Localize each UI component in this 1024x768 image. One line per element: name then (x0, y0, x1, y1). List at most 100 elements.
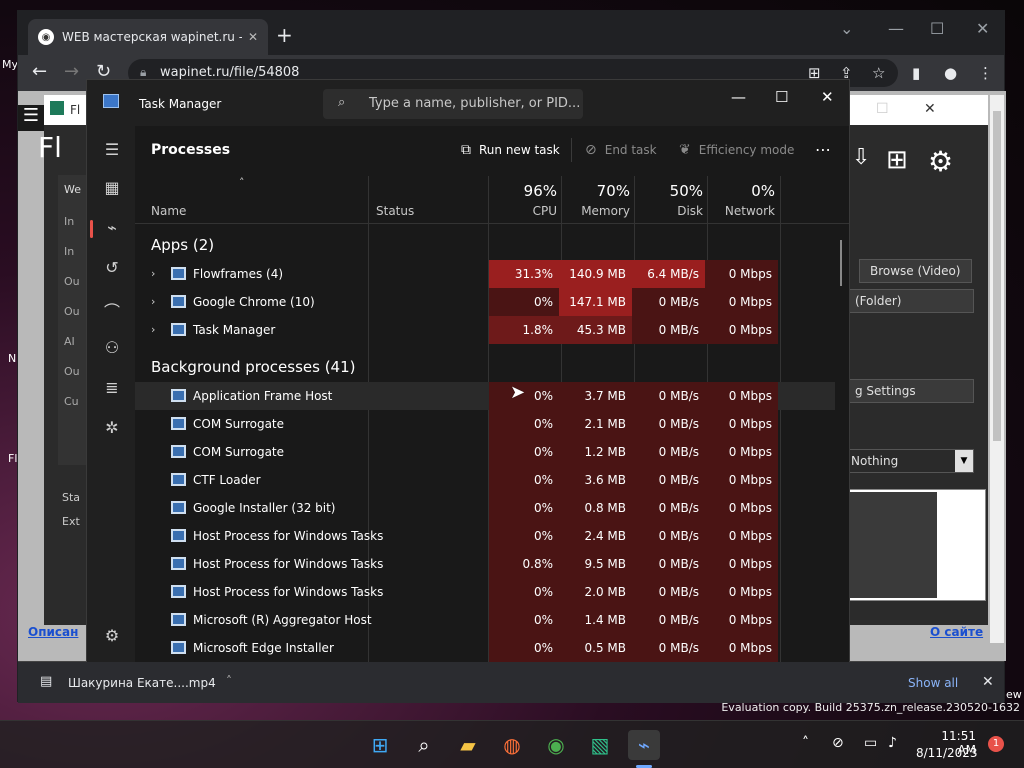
nav-item[interactable]: Cu (64, 395, 79, 408)
chevron-up-icon[interactable]: ˄ (226, 674, 232, 688)
close-tab-icon[interactable]: ✕ (248, 30, 258, 44)
hamburger-icon[interactable]: ☰ (18, 105, 44, 131)
sort-ascending-icon[interactable]: ˄ (239, 176, 245, 189)
settings-gear-icon[interactable]: ⚙ (101, 626, 123, 645)
download-filename[interactable]: Шакурина Екате....mp4 (68, 676, 216, 690)
details-icon[interactable]: ≣ (101, 378, 123, 397)
scrollbar-thumb[interactable] (993, 111, 1001, 441)
tab-search-icon[interactable]: ⌄ (840, 19, 853, 38)
end-task-button[interactable]: ⊘ End task (585, 142, 657, 158)
back-icon[interactable]: ← (32, 61, 47, 82)
hamburger-icon[interactable]: ☰ (101, 140, 123, 159)
disk-total[interactable]: 50% (635, 182, 703, 200)
search-input[interactable]: ⌕ Type a name, publisher, or PID... (323, 89, 583, 119)
app-history-icon[interactable]: ↺ (101, 258, 123, 277)
new-tab-button[interactable]: + (276, 25, 293, 45)
clock-date[interactable]: 8/11/2023 (916, 746, 978, 760)
column-memory[interactable]: Memory (563, 204, 630, 218)
notification-badge[interactable]: 1 (988, 736, 1004, 752)
profile-icon[interactable]: ● (944, 64, 957, 82)
task-manager-icon[interactable]: ⌁ (628, 730, 660, 760)
close-button[interactable]: ✕ (821, 88, 834, 106)
processes-icon[interactable]: ▦ (101, 178, 123, 197)
process-row[interactable]: Microsoft Edge Installer 0% 0.5 MB 0 MB/s 0 … (135, 634, 835, 662)
nav-item[interactable]: In (64, 215, 74, 228)
start-windows-icon[interactable]: ⊞ (364, 730, 396, 760)
browse-folder-button[interactable]: (Folder) (844, 289, 974, 313)
nav-item[interactable]: Ou (64, 365, 80, 378)
column-status[interactable]: Status (376, 204, 414, 218)
performance-icon[interactable]: ⌁ (101, 218, 123, 237)
chevron-down-icon[interactable]: ▼ (955, 450, 973, 472)
ff-close-button[interactable]: ✕ (924, 101, 936, 117)
process-row[interactable]: Host Process for Windows Tasks 0.8% 9.5 MB… (135, 550, 835, 578)
firefox-icon[interactable]: ◍ (496, 730, 528, 760)
chrome-icon[interactable]: ◉ (540, 730, 572, 760)
volume-icon[interactable]: ♪ (888, 735, 897, 751)
network-total[interactable]: 0% (709, 182, 775, 200)
maximize-button[interactable]: ☐ (775, 88, 788, 106)
process-row[interactable]: COM Surrogate 0% 2.1 MB 0 MB/s 0 Mbps (135, 410, 835, 438)
flowframes-icon[interactable]: ▧ (584, 730, 616, 760)
network-off-icon[interactable]: ⊘ (832, 735, 844, 751)
description-link[interactable]: Описан (28, 625, 78, 639)
bookmark-star-icon[interactable]: ☆ (872, 64, 885, 82)
about-link[interactable]: О сайте (930, 625, 983, 639)
cpu-total[interactable]: 96% (491, 182, 557, 200)
users-icon[interactable]: ⚇ (101, 338, 123, 357)
startup-apps-icon[interactable]: ⌒ (101, 298, 123, 322)
close-downloads-icon[interactable]: ✕ (982, 674, 994, 690)
ff-maximize-button[interactable]: ☐ (876, 101, 889, 117)
process-row[interactable]: Google Installer (32 bit) 0% 0.8 MB 0 MB/s 0… (135, 494, 835, 522)
process-row[interactable]: Host Process for Windows Tasks 0% 2.4 MB 0 … (135, 522, 835, 550)
show-all-button[interactable]: Show all (908, 676, 958, 690)
column-cpu[interactable]: CPU (491, 204, 557, 218)
page-scrollbar[interactable] (990, 95, 1004, 643)
settings-gear-icon[interactable]: ⚙ (928, 145, 962, 179)
process-row[interactable]: › Google Chrome (10) 0% 147.1 MB 0 MB/s 0 Mbp… (135, 288, 835, 316)
nav-item[interactable]: Ou (64, 305, 80, 318)
settings-button[interactable]: g Settings (844, 379, 974, 403)
process-disk-cell: 0 MB/s (632, 522, 705, 550)
side-panel-icon[interactable]: ▮ (912, 64, 920, 82)
nav-item[interactable]: In (64, 245, 74, 258)
process-net-cell: 0 Mbps (705, 522, 778, 550)
close-window-button[interactable]: ✕ (976, 19, 989, 38)
expand-chevron-icon[interactable]: › (151, 323, 155, 336)
memory-total[interactable]: 70% (563, 182, 630, 200)
forward-icon[interactable]: → (64, 61, 79, 82)
nav-item[interactable]: AI (64, 335, 75, 348)
column-name[interactable]: Name (151, 204, 186, 218)
more-options-icon[interactable]: ⋯ (815, 140, 831, 159)
import-icon[interactable]: ⇩ (852, 145, 882, 179)
process-row[interactable]: COM Surrogate 0% 1.2 MB 0 MB/s 0 Mbps (135, 438, 835, 466)
add-queue-icon[interactable]: ⊞ (886, 145, 916, 179)
column-disk[interactable]: Disk (635, 204, 703, 218)
minimize-button[interactable]: — (731, 88, 746, 106)
efficiency-mode-button[interactable]: ❦ Efficiency mode (679, 142, 794, 158)
process-row[interactable]: CTF Loader 0% 3.6 MB 0 MB/s 0 Mbps (135, 466, 835, 494)
minimize-button[interactable]: — (888, 19, 904, 38)
run-new-task-button[interactable]: ⧉ Run new task (461, 142, 560, 158)
menu-icon[interactable]: ⋮ (978, 64, 993, 82)
services-icon[interactable]: ✲ (101, 418, 123, 437)
output-dropdown[interactable]: Nothing ▼ (840, 449, 974, 473)
nav-item[interactable]: Ou (64, 275, 80, 288)
process-row[interactable]: › Flowframes (4) 31.3% 140.9 MB 6.4 MB/s 0 Mb… (135, 260, 835, 288)
process-row[interactable]: Microsoft (R) Aggregator Host 0% 1.4 MB 0 M… (135, 606, 835, 634)
expand-chevron-icon[interactable]: › (151, 267, 155, 280)
process-row[interactable]: Host Process for Windows Tasks 0% 2.0 MB 0 … (135, 578, 835, 606)
list-scrollbar[interactable] (840, 240, 842, 286)
search-icon[interactable]: ⌕ (408, 730, 440, 760)
process-row[interactable]: Application Frame Host 0% 3.7 MB 0 MB/s 0 Mb… (135, 382, 835, 410)
column-network[interactable]: Network (709, 204, 775, 218)
show-hidden-icons[interactable]: ˄ (802, 735, 809, 751)
expand-chevron-icon[interactable]: › (151, 295, 155, 308)
nav-item[interactable]: We (64, 183, 81, 196)
maximize-button[interactable]: ☐ (930, 19, 944, 38)
network-icon[interactable]: ▭ (864, 735, 877, 751)
browser-tab[interactable]: ◉ WEB мастерская wapinet.ru - Ш ✕ (28, 19, 268, 55)
file-explorer-icon[interactable]: ▰ (452, 730, 484, 760)
process-row[interactable]: › Task Manager 1.8% 45.3 MB 0 MB/s 0 Mbps (135, 316, 835, 344)
browse-video-button[interactable]: Browse (Video) (859, 259, 972, 283)
